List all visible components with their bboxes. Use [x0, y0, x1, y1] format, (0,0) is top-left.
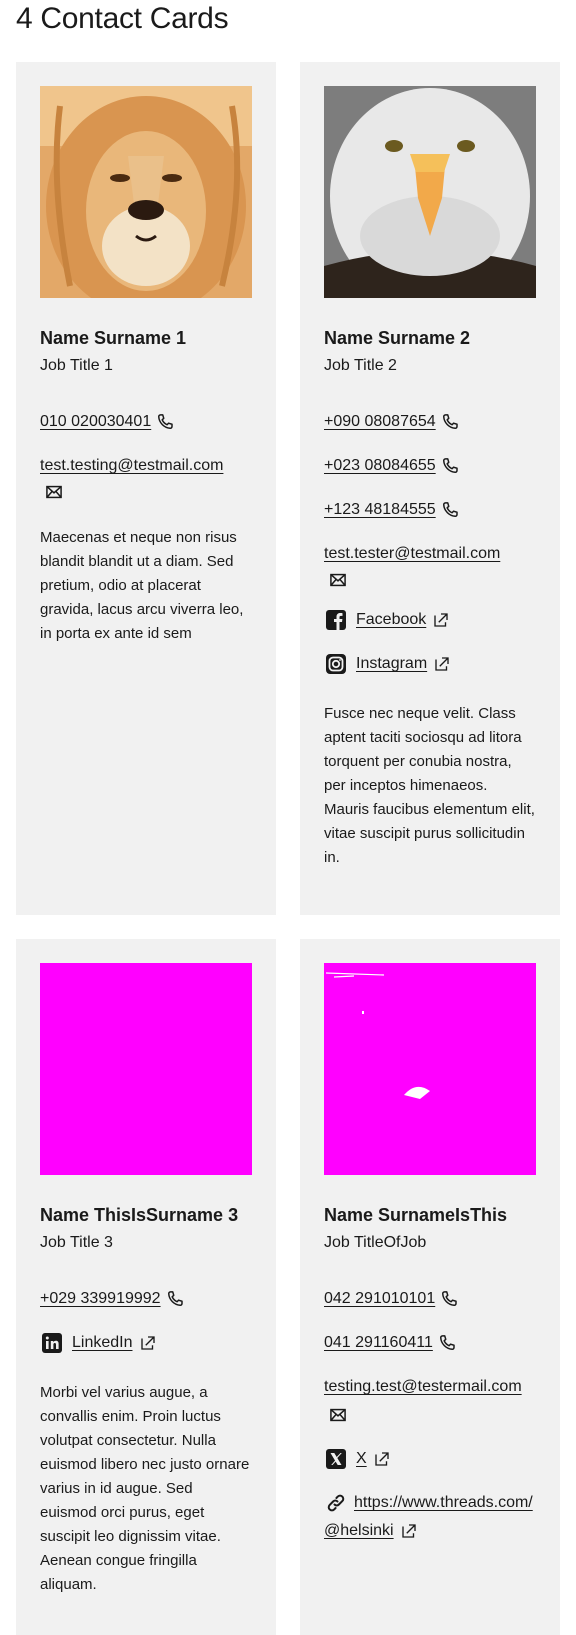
external-link-icon	[432, 611, 450, 629]
phone-link[interactable]: 010 020030401	[40, 413, 151, 430]
contact-job-title: Job Title 2	[324, 357, 397, 374]
phone-link[interactable]: +029 339919992	[40, 1290, 161, 1307]
phone-row: 042 291010101	[324, 1285, 536, 1313]
phone-icon	[155, 412, 175, 432]
contact-name: Name Surname 2	[324, 328, 471, 348]
phone-icon	[440, 456, 460, 476]
linkedin-link[interactable]: LinkedIn	[72, 1329, 133, 1357]
facebook-icon	[324, 608, 348, 632]
phone-row: +023 08084655	[324, 452, 536, 480]
instagram-icon	[324, 652, 348, 676]
contact-name: Name ThisIsSurname 3	[40, 1205, 239, 1225]
linkedin-icon	[40, 1331, 64, 1355]
contact-name: Name Surname 1	[40, 328, 187, 348]
social-row-instagram: Instagram	[324, 650, 536, 678]
contact-job-title: Job Title 1	[40, 357, 113, 374]
phone-icon	[440, 412, 460, 432]
phone-link[interactable]: 042 291010101	[324, 1290, 435, 1307]
phone-icon	[437, 1333, 457, 1353]
external-link-icon	[139, 1334, 157, 1352]
phone-row: 041 291160411	[324, 1329, 536, 1357]
phone-icon	[165, 1289, 185, 1309]
phone-row: +090 08087654	[324, 408, 536, 436]
contact-card: Name Surname 1 Job Title 1 010 020030401…	[16, 62, 276, 915]
phone-link[interactable]: 041 291160411	[324, 1334, 433, 1351]
phone-link[interactable]: +023 08084655	[324, 457, 436, 474]
email-link[interactable]: testing.test@testermail.com	[324, 1378, 522, 1395]
social-row-threads: https://www.threads.com/@helsinki	[324, 1489, 536, 1545]
external-link-icon	[400, 1522, 418, 1540]
phone-icon	[440, 500, 460, 520]
contact-description: Maecenas et neque non risus blandit blan…	[40, 529, 244, 642]
placeholder-image	[324, 963, 536, 1175]
instagram-link[interactable]: Instagram	[356, 650, 427, 678]
mail-icon	[328, 570, 348, 590]
social-row-x: X	[324, 1445, 536, 1473]
eagle-photo	[324, 86, 536, 298]
email-row: testing.test@testermail.com	[324, 1373, 536, 1429]
x-icon	[324, 1447, 348, 1471]
phone-row: +029 339919992	[40, 1285, 252, 1313]
image-artifacts	[325, 972, 430, 1099]
contact-name: Name SurnameIsThis	[324, 1205, 508, 1225]
email-link[interactable]: test.tester@testmail.com	[324, 545, 500, 562]
phone-link[interactable]: +090 08087654	[324, 413, 436, 430]
email-row: test.testing@testmail.com	[40, 452, 252, 502]
social-row-facebook: Facebook	[324, 606, 536, 634]
mail-icon	[44, 482, 64, 502]
threads-link[interactable]: https://www.threads.com/@helsinki	[324, 1494, 533, 1539]
contact-description: Fusce nec neque velit. Class aptent taci…	[324, 705, 535, 866]
placeholder-image	[40, 963, 252, 1175]
contact-job-title: Job TitleOfJob	[324, 1234, 427, 1251]
phone-row: 010 020030401	[40, 408, 252, 436]
mail-icon	[328, 1405, 348, 1425]
phone-row: +123 48184555	[324, 496, 536, 524]
external-link-icon	[373, 1450, 391, 1468]
contact-card: Name ThisIsSurname 3 Job Title 3 +029 33…	[16, 939, 276, 1635]
social-row-linkedin: LinkedIn	[40, 1329, 252, 1357]
facebook-link[interactable]: Facebook	[356, 606, 426, 634]
link-icon	[324, 1491, 348, 1515]
page-title: 4 Contact Cards	[16, 2, 229, 35]
phone-link[interactable]: +123 48184555	[324, 501, 436, 518]
contact-description: Morbi vel varius augue, a convallis enim…	[40, 1384, 250, 1593]
external-link-icon	[433, 655, 451, 673]
contact-card: Name Surname 2 Job Title 2 +090 08087654…	[300, 62, 560, 915]
email-link[interactable]: test.testing@testmail.com	[40, 457, 223, 474]
lion-photo	[40, 86, 252, 298]
phone-icon	[439, 1289, 459, 1309]
x-link[interactable]: X	[356, 1445, 367, 1473]
contact-job-title: Job Title 3	[40, 1234, 113, 1251]
email-row: test.tester@testmail.com	[324, 540, 536, 590]
contact-card: Name SurnameIsThis Job TitleOfJob 042 29…	[300, 939, 560, 1635]
